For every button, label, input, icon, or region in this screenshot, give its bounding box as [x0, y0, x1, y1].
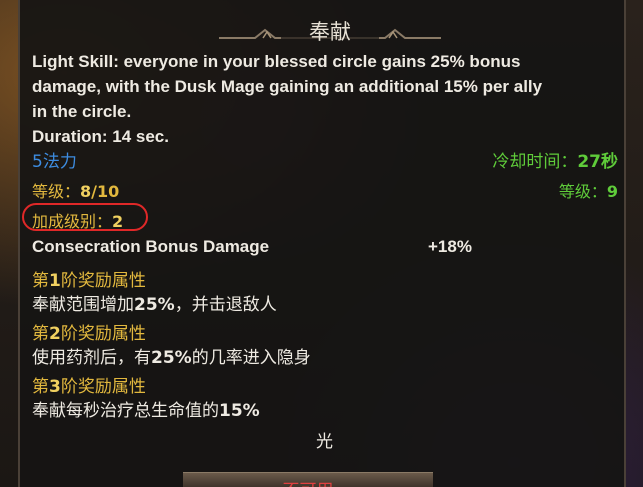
tier-desc-percent: 25% [151, 348, 192, 368]
tier-number: 2 [49, 324, 61, 344]
bonus-stat-value: +18% [428, 237, 472, 256]
description-line: Light Skill: everyone in your blessed ci… [32, 52, 521, 71]
tier-3-desc: 奉献每秒治疗总生命值的15% [32, 396, 260, 421]
required-level-label: 等级： [558, 182, 607, 201]
tier-desc-text: 的几率进入隐身 [191, 348, 311, 368]
required-level-value: 9 [606, 182, 618, 201]
tier-number: 3 [49, 377, 61, 397]
tier-prefix: 第 [32, 377, 49, 397]
tier-prefix: 第 [32, 324, 49, 344]
description-line: in the circle. [32, 102, 132, 121]
unavailable-button-label: 不可用 [183, 476, 433, 487]
tier-suffix: 阶奖励属性 [60, 324, 146, 344]
bonus-level: 加成级别：2 [32, 208, 123, 232]
bonus-stat-name: Consecration Bonus Damage [32, 237, 270, 256]
unavailable-button[interactable]: 不可用 [183, 472, 433, 487]
skill-title: 奉献 [309, 20, 351, 44]
element-type: 光 [316, 432, 333, 452]
skill-level: 等级：8/10 [32, 178, 119, 202]
tier-desc-percent: 25% [134, 295, 175, 315]
duration-line: Duration: 14 sec. [32, 127, 169, 146]
title-bar: 奉献 [215, 8, 445, 44]
bonus-level-value: 2 [112, 212, 124, 231]
required-level: 等级：9 [559, 178, 618, 202]
cooldown-label: 冷却时间： [492, 152, 578, 172]
bonus-level-label: 加成级别： [32, 212, 113, 231]
tier-suffix: 阶奖励属性 [60, 377, 146, 397]
tier-2-desc: 使用药剂后，有25%的几率进入隐身 [32, 343, 311, 368]
tier-1-header: 第1阶奖励属性 [32, 266, 146, 291]
mana-cost: 5法力 [32, 152, 77, 172]
skill-tooltip: 奉献 Light Skill: everyone in your blessed… [18, 0, 626, 487]
level-max: /10 [91, 182, 120, 201]
level-label: 等级： [32, 182, 81, 201]
tier-number: 1 [49, 271, 61, 291]
tier-prefix: 第 [32, 271, 49, 291]
tier-3-header: 第3阶奖励属性 [32, 372, 146, 397]
tier-desc-text: 使用药剂后，有 [32, 348, 151, 368]
tier-desc-text: ，并击退敌人 [174, 295, 277, 315]
tier-1-desc: 奉献范围增加25%，并击退敌人 [32, 290, 277, 315]
description-line: damage, with the Dusk Mage gaining an ad… [32, 77, 543, 96]
tier-desc-text: 奉献每秒治疗总生命值的 [32, 401, 219, 421]
tier-suffix: 阶奖励属性 [60, 271, 146, 291]
skill-description: Light Skill: everyone in your blessed ci… [32, 49, 622, 149]
level-current: 8 [80, 182, 92, 201]
cooldown-value: 27秒 [577, 152, 618, 172]
tier-2-header: 第2阶奖励属性 [32, 319, 146, 344]
game-scene: 奉献 Light Skill: everyone in your blessed… [0, 0, 643, 487]
tier-desc-percent: 15% [219, 401, 260, 421]
tier-desc-text: 奉献范围增加 [32, 295, 134, 315]
cooldown: 冷却时间：27秒 [492, 147, 618, 172]
